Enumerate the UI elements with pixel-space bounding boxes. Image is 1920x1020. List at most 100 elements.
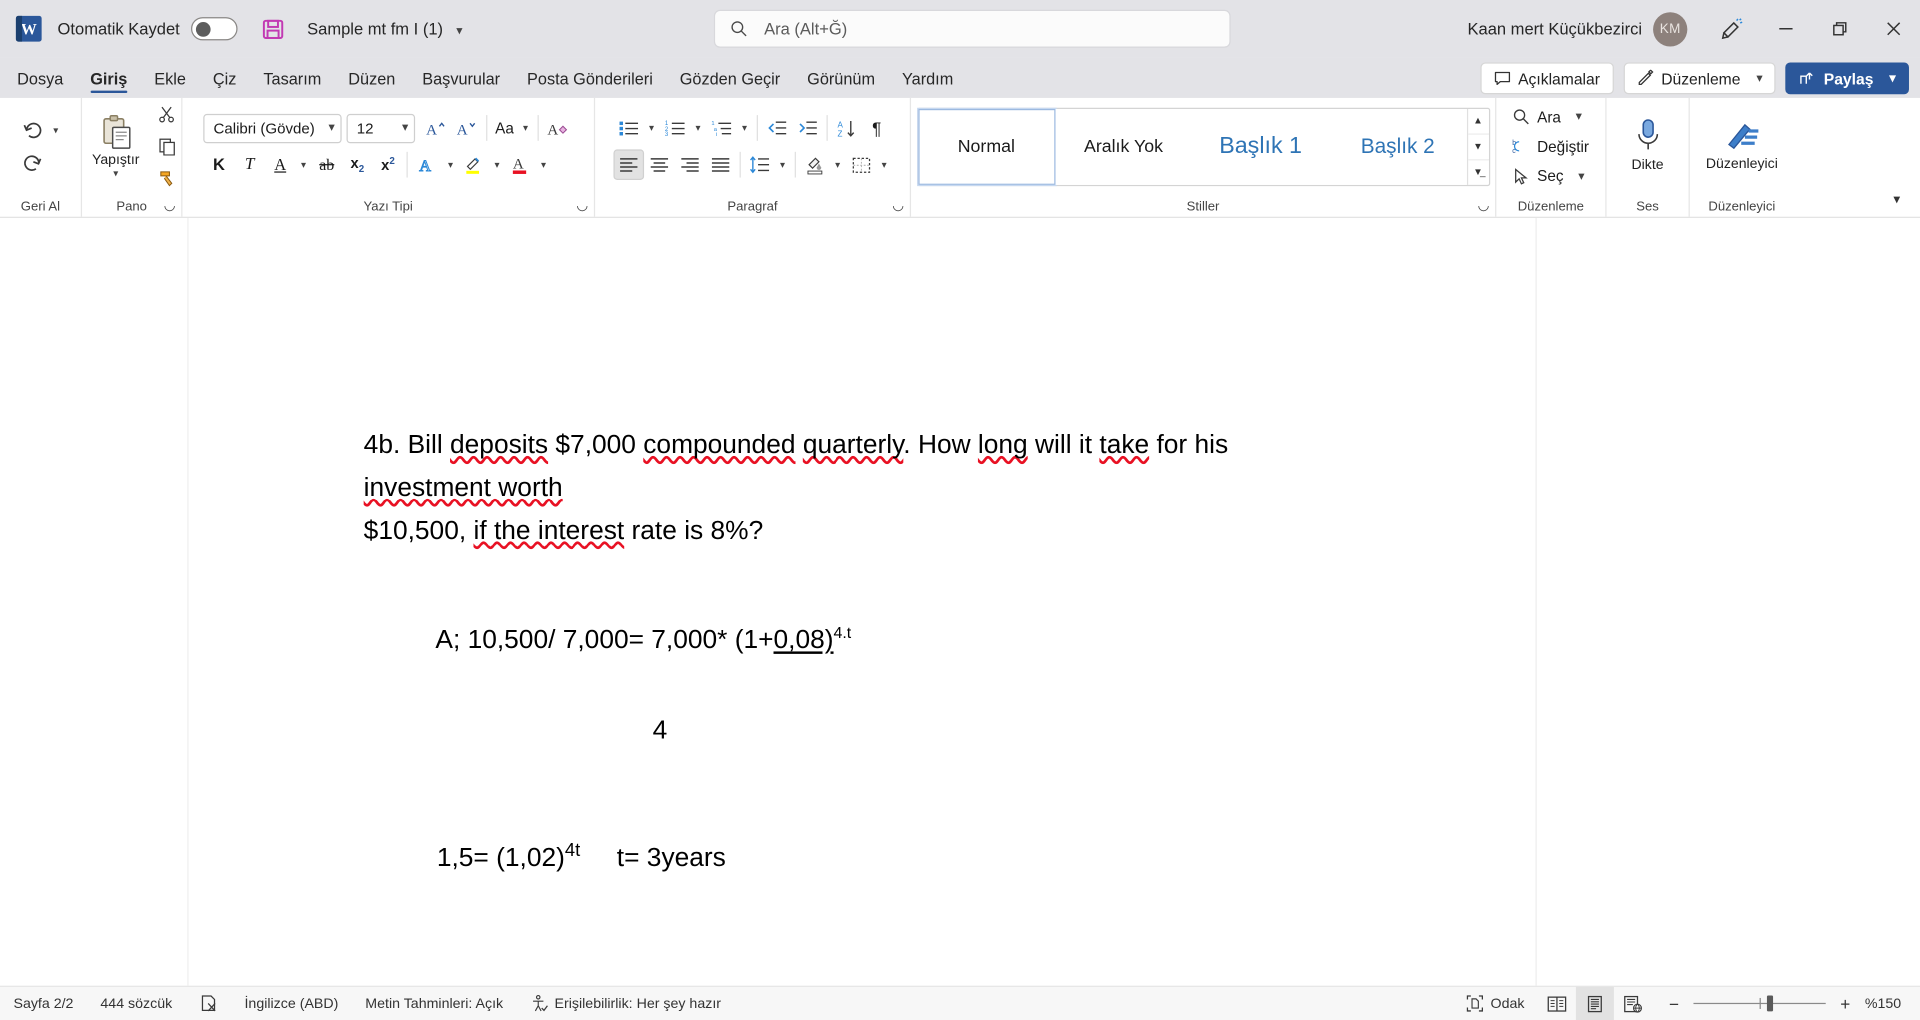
replace-button[interactable]: b c Değiştir: [1507, 133, 1596, 162]
bold-button[interactable]: K: [204, 149, 235, 180]
styles-scroll-up[interactable]: ▲: [1467, 108, 1489, 135]
document-area[interactable]: 4b. Bill deposits $7,000 compounded quar…: [0, 217, 1920, 986]
grow-font-icon[interactable]: A: [422, 113, 453, 144]
change-case-button[interactable]: Aa: [491, 113, 517, 144]
zoom-out-button[interactable]: −: [1665, 994, 1682, 1014]
tab-tasarim[interactable]: Tasarım: [250, 64, 335, 98]
account-name[interactable]: Kaan mert Küçükbezirci: [1467, 20, 1642, 38]
highlight-caret[interactable]: ▾: [489, 159, 505, 170]
search-input[interactable]: Ara (Alt+Ğ): [713, 9, 1231, 48]
multilevel-list-icon[interactable]: 1 a i: [706, 113, 737, 144]
chevron-down-icon[interactable]: ▾: [456, 24, 462, 37]
format-painter-icon[interactable]: [151, 162, 182, 193]
align-right-icon[interactable]: [674, 149, 705, 180]
read-mode-icon[interactable]: [1538, 986, 1576, 1020]
style-baslik-1[interactable]: Başlık 1: [1192, 108, 1330, 185]
undo-dropdown-caret[interactable]: ▾: [48, 125, 64, 136]
tab-giris[interactable]: Giriş: [77, 64, 141, 98]
undo-button[interactable]: [17, 115, 48, 146]
italic-button[interactable]: T: [234, 149, 265, 180]
style-baslik-2[interactable]: Başlık 2: [1329, 108, 1467, 185]
avatar[interactable]: KM: [1653, 11, 1688, 46]
tab-ciz[interactable]: Çiz: [199, 64, 249, 98]
autosave-toggle[interactable]: [190, 17, 238, 41]
font-family-select[interactable]: Calibri (Gövde) ▾: [203, 113, 343, 143]
numbered-list-icon[interactable]: 1 2 3: [659, 113, 690, 144]
decrease-indent-icon[interactable]: [761, 113, 792, 144]
status-text-predictions[interactable]: Metin Tahminleri: Açık: [352, 986, 517, 1020]
restore-icon[interactable]: [1812, 0, 1866, 58]
tab-basvurular[interactable]: Başvurular: [409, 64, 514, 98]
proofing-errors-icon[interactable]: [186, 986, 231, 1020]
font-color-icon[interactable]: A: [505, 149, 536, 180]
feedback-megaphone-icon[interactable]: [1704, 0, 1758, 58]
font-color-caret[interactable]: ▾: [536, 159, 552, 170]
clear-formatting-icon[interactable]: A: [542, 113, 573, 144]
underline-button[interactable]: A: [265, 149, 296, 180]
tab-ekle[interactable]: Ekle: [141, 64, 200, 98]
paragraph-equation-2[interactable]: 1,5= (1,02)4t t= 3years: [364, 793, 1344, 921]
align-left-icon[interactable]: [612, 149, 644, 181]
tab-posta-gonderileri[interactable]: Posta Gönderileri: [514, 64, 667, 98]
minimize-icon[interactable]: [1758, 0, 1812, 58]
shading-caret[interactable]: ▾: [830, 159, 846, 170]
sort-icon[interactable]: A Z: [831, 113, 862, 144]
comments-button[interactable]: Açıklamalar: [1480, 62, 1614, 95]
close-icon[interactable]: [1866, 0, 1920, 58]
text-effects-icon[interactable]: A: [412, 149, 443, 180]
styles-more[interactable]: ▼̲: [1468, 160, 1489, 184]
subscript-button[interactable]: x2: [342, 149, 373, 180]
tab-duzen[interactable]: Düzen: [335, 64, 409, 98]
clipboard-dialog-launcher[interactable]: ◡: [162, 198, 178, 214]
text-effects-caret[interactable]: ▾: [442, 159, 458, 170]
zoom-level[interactable]: %150: [1865, 996, 1907, 1012]
styles-scroll-down[interactable]: ▼: [1467, 134, 1489, 160]
status-language[interactable]: İngilizce (ABD): [231, 986, 352, 1020]
collapse-ribbon-icon[interactable]: ▾: [1884, 186, 1908, 210]
status-page[interactable]: Sayfa 2/2: [0, 986, 87, 1020]
paste-dropdown-caret[interactable]: ▾: [108, 167, 124, 178]
bullet-list-icon[interactable]: [613, 113, 644, 144]
align-center-icon[interactable]: [643, 149, 674, 180]
document-title[interactable]: Sample mt fm I (1) ▾: [307, 20, 462, 38]
style-normal[interactable]: Normal: [916, 107, 1057, 186]
superscript-button[interactable]: x2: [373, 149, 404, 180]
bullet-list-caret[interactable]: ▾: [643, 122, 659, 133]
pilcrow-icon[interactable]: ¶: [861, 113, 892, 144]
font-dialog-launcher[interactable]: ◡: [574, 198, 590, 214]
cut-scissors-icon[interactable]: [151, 99, 182, 130]
font-size-select[interactable]: 12 ▾: [346, 113, 416, 143]
redo-button[interactable]: [17, 148, 48, 179]
line-spacing-caret[interactable]: ▾: [774, 159, 790, 170]
tab-dosya[interactable]: Dosya: [4, 64, 77, 98]
editing-mode-button[interactable]: Düzenleme ▾: [1623, 62, 1777, 95]
status-word-count[interactable]: 444 sözcük: [87, 986, 186, 1020]
web-layout-icon[interactable]: [1614, 986, 1652, 1020]
styles-dialog-launcher[interactable]: ◡: [1476, 198, 1492, 214]
save-icon[interactable]: [259, 15, 286, 42]
underline-caret[interactable]: ▾: [296, 159, 312, 170]
justify-icon[interactable]: [705, 149, 736, 180]
paste-button[interactable]: Yapıştır ▾: [81, 110, 150, 182]
zoom-slider-thumb[interactable]: [1767, 995, 1774, 1012]
share-button[interactable]: Paylaş ▾: [1785, 62, 1909, 95]
print-layout-icon[interactable]: [1575, 986, 1614, 1020]
numbered-list-caret[interactable]: ▾: [690, 122, 706, 133]
status-accessibility[interactable]: Erişilebilirlik: Her şey hazır: [517, 986, 735, 1020]
line-spacing-icon[interactable]: [744, 149, 775, 180]
zoom-slider[interactable]: [1693, 995, 1826, 1012]
editor-button[interactable]: Düzenleyici: [1695, 114, 1788, 175]
tab-gorunum[interactable]: Görünüm: [794, 64, 889, 98]
highlight-icon[interactable]: [458, 149, 489, 180]
shading-icon[interactable]: [799, 149, 830, 180]
find-button[interactable]: Ara ▾: [1507, 103, 1588, 132]
dictate-button[interactable]: Dikte: [1612, 113, 1683, 177]
tab-yardim[interactable]: Yardım: [889, 64, 967, 98]
shrink-font-icon[interactable]: A: [452, 113, 483, 144]
change-case-caret[interactable]: ▾: [518, 122, 534, 133]
borders-icon[interactable]: [846, 149, 877, 180]
document-page[interactable]: 4b. Bill deposits $7,000 compounded quar…: [187, 217, 1537, 986]
paragraph-dialog-launcher[interactable]: ◡: [890, 198, 906, 214]
document-text[interactable]: 4b. Bill deposits $7,000 compounded quar…: [364, 424, 1344, 946]
paragraph-question[interactable]: 4b. Bill deposits $7,000 compounded quar…: [364, 424, 1344, 552]
